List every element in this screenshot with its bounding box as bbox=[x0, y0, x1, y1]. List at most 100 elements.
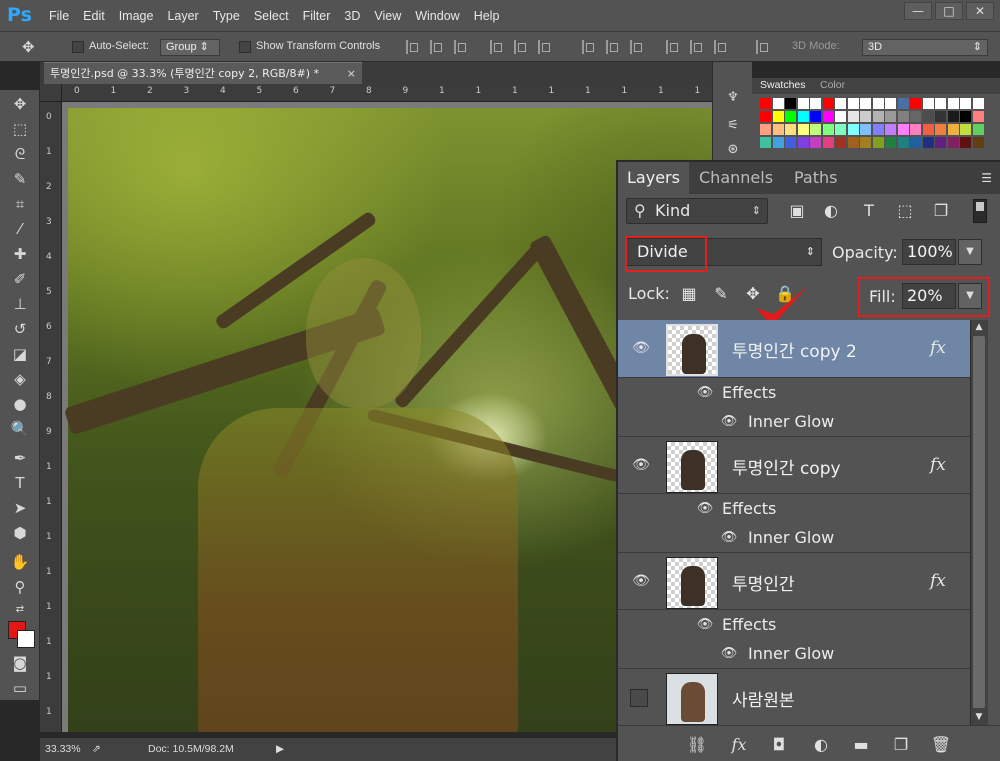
filter-smart-object-icon[interactable]: ❐ bbox=[930, 201, 952, 221]
filter-type-icon[interactable]: T bbox=[858, 201, 880, 221]
eyedropper-tool-icon[interactable]: ⁄ bbox=[9, 219, 31, 239]
color-swatch[interactable] bbox=[872, 111, 884, 122]
align-right-icon[interactable] bbox=[538, 40, 550, 54]
menu-3d[interactable]: 3D bbox=[337, 0, 367, 32]
color-swatch[interactable] bbox=[947, 111, 959, 122]
color-swatch[interactable] bbox=[860, 111, 871, 122]
tab-color[interactable]: Color bbox=[820, 79, 845, 91]
layer-row[interactable]: 👁 투명인간 fx bbox=[618, 552, 970, 610]
color-swatch[interactable] bbox=[772, 137, 784, 148]
color-swatch[interactable] bbox=[847, 98, 859, 109]
swap-colors-icon[interactable]: ⇄ bbox=[9, 600, 31, 620]
align-top-icon[interactable] bbox=[406, 40, 418, 54]
menu-image[interactable]: Image bbox=[112, 0, 161, 32]
color-swatch[interactable] bbox=[972, 111, 984, 122]
zoom-level[interactable]: 33.33% bbox=[45, 743, 81, 755]
visibility-eye-icon[interactable]: 👁 bbox=[720, 645, 738, 663]
filter-adjustment-icon[interactable]: ◐ bbox=[820, 201, 842, 221]
filter-toggle[interactable] bbox=[973, 199, 987, 223]
auto-select-checkbox[interactable] bbox=[72, 41, 84, 53]
align-bottom-icon[interactable] bbox=[454, 40, 466, 54]
tab-swatches[interactable]: Swatches bbox=[760, 79, 806, 91]
adjustments-panel-icon[interactable]: ⚟ bbox=[725, 118, 741, 134]
color-swatch[interactable] bbox=[935, 137, 946, 148]
color-swatch[interactable] bbox=[785, 98, 796, 109]
color-swatch[interactable] bbox=[972, 137, 984, 148]
type-tool-icon[interactable]: T bbox=[9, 473, 31, 493]
move-tool-icon[interactable]: ✥ bbox=[9, 94, 31, 114]
color-swatch[interactable] bbox=[947, 124, 959, 135]
layer-name[interactable]: 투명인간 bbox=[732, 570, 795, 595]
align-hcenter-icon[interactable] bbox=[514, 40, 526, 54]
color-swatch[interactable] bbox=[947, 137, 959, 148]
layers-scrollbar[interactable]: ▲ ▼ bbox=[970, 320, 988, 725]
color-swatch[interactable] bbox=[872, 124, 884, 135]
visibility-eye-icon[interactable]: 👁 bbox=[720, 413, 738, 431]
adjustment-layer-icon[interactable]: ◐ bbox=[810, 734, 832, 756]
add-mask-icon[interactable]: ◘ bbox=[768, 734, 790, 756]
eraser-tool-icon[interactable]: ◪ bbox=[9, 344, 31, 364]
color-swatch[interactable] bbox=[822, 137, 834, 148]
quick-select-tool-icon[interactable]: ✎ bbox=[9, 169, 31, 189]
color-swatch[interactable] bbox=[797, 137, 809, 148]
scrollbar-thumb[interactable] bbox=[973, 336, 985, 708]
dodge-tool-icon[interactable]: 🔍 bbox=[9, 419, 31, 439]
close-document-icon[interactable]: × bbox=[347, 63, 356, 84]
color-swatch[interactable] bbox=[810, 124, 821, 135]
effect-row[interactable]: 👁 Inner Glow bbox=[618, 639, 970, 668]
color-swatch[interactable] bbox=[860, 98, 871, 109]
effects-row[interactable]: 👁 Effects bbox=[618, 610, 970, 639]
layer-row[interactable]: 사람원본 bbox=[618, 668, 970, 725]
document-tab[interactable]: 투명인간.psd @ 33.3% (투명인간 copy 2, RGB/8#) *… bbox=[44, 62, 362, 84]
color-swatch[interactable] bbox=[810, 137, 821, 148]
menu-file[interactable]: File bbox=[42, 0, 76, 32]
color-swatch[interactable] bbox=[872, 137, 884, 148]
color-swatch[interactable] bbox=[822, 98, 834, 109]
filter-shape-icon[interactable]: ⬚ bbox=[894, 201, 916, 221]
color-swatch[interactable] bbox=[797, 98, 809, 109]
color-swatch[interactable] bbox=[897, 137, 909, 148]
color-swatch[interactable] bbox=[760, 98, 771, 109]
menu-view[interactable]: View bbox=[367, 0, 408, 32]
tab-layers[interactable]: Layers bbox=[618, 162, 689, 194]
canvas[interactable] bbox=[62, 102, 712, 732]
color-swatch[interactable] bbox=[847, 124, 859, 135]
fx-icon[interactable]: fx bbox=[930, 338, 946, 358]
color-swatch[interactable] bbox=[972, 98, 984, 109]
path-select-icon[interactable]: ➤ bbox=[9, 498, 31, 518]
color-swatch[interactable] bbox=[847, 137, 859, 148]
color-swatch[interactable] bbox=[797, 111, 809, 122]
color-swatch[interactable] bbox=[835, 124, 846, 135]
color-swatch[interactable] bbox=[760, 111, 771, 122]
effect-row[interactable]: 👁 Inner Glow bbox=[618, 407, 970, 436]
color-swatch[interactable] bbox=[885, 124, 896, 135]
visibility-eye-icon[interactable]: 👁 bbox=[696, 500, 714, 518]
color-swatch[interactable] bbox=[885, 98, 896, 109]
marquee-tool-icon[interactable]: ⬚ bbox=[9, 119, 31, 139]
menu-help[interactable]: Help bbox=[467, 0, 507, 32]
color-swatch[interactable] bbox=[760, 137, 771, 148]
color-swatch[interactable] bbox=[935, 111, 946, 122]
color-swatch[interactable] bbox=[785, 124, 796, 135]
color-swatch[interactable] bbox=[835, 137, 846, 148]
color-swatch[interactable] bbox=[860, 124, 871, 135]
layer-row[interactable]: 👁 투명인간 copy 2 fx bbox=[618, 320, 970, 378]
layer-name[interactable]: 투명인간 copy bbox=[732, 454, 841, 479]
color-swatch[interactable] bbox=[897, 111, 909, 122]
crop-tool-icon[interactable]: ⌗ bbox=[9, 194, 31, 214]
export-icon[interactable]: ⇗ bbox=[92, 743, 101, 755]
layer-row[interactable]: 👁 투명인간 copy fx bbox=[618, 436, 970, 494]
effect-row[interactable]: 👁 Inner Glow bbox=[618, 523, 970, 552]
color-swatch[interactable] bbox=[785, 111, 796, 122]
auto-align-icon[interactable] bbox=[756, 40, 768, 54]
menu-window[interactable]: Window bbox=[408, 0, 466, 32]
link-layers-icon[interactable]: ⛓ bbox=[686, 734, 708, 756]
menu-edit[interactable]: Edit bbox=[76, 0, 112, 32]
restore-button[interactable]: □ bbox=[935, 2, 963, 20]
color-swatch[interactable] bbox=[810, 111, 821, 122]
color-swatch[interactable] bbox=[922, 137, 934, 148]
color-swatch[interactable] bbox=[910, 98, 921, 109]
scroll-down-icon[interactable]: ▼ bbox=[973, 712, 985, 724]
layer-name[interactable]: 투명인간 copy 2 bbox=[732, 337, 857, 362]
pen-tool-icon[interactable]: ✒ bbox=[9, 448, 31, 468]
